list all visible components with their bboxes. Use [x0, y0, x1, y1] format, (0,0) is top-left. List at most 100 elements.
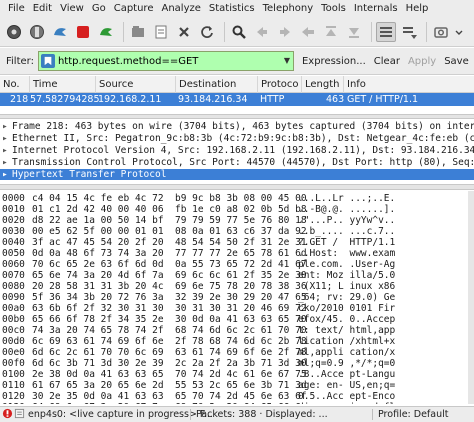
column-destination[interactable]: Destination — [176, 76, 258, 93]
status-divider — [190, 409, 191, 420]
hex-ascii: _64; rv: 29.0) Ge — [298, 292, 396, 303]
filter-bookmark-icon[interactable] — [40, 54, 55, 68]
stop-capture-icon[interactable] — [73, 22, 93, 42]
display-filter-bar: Filter: http.request.method==GET ▼ Expre… — [0, 48, 474, 75]
column-no[interactable]: No. — [0, 76, 30, 93]
hex-bytes: 00 e5 62 5f 00 00 01 01 08 0a 01 63 c6 3… — [32, 226, 307, 237]
hex-bytes: 20 28 58 31 31 3b 20 4c 69 6e 75 78 20 7… — [32, 281, 307, 292]
packet-details-tree: ▸ Frame 218: 463 bytes on wire (3704 bits… — [0, 120, 474, 180]
expand-arrow-icon[interactable]: ▸ — [2, 133, 12, 145]
close-file-icon[interactable] — [174, 22, 194, 42]
menu-item-tools[interactable]: Tools — [317, 3, 350, 14]
tree-item-ethernet[interactable]: ▸ Ethernet II, Src: Pegatron_9c:b8:3b (4c… — [0, 133, 474, 145]
expand-arrow-icon[interactable]: ▸ — [2, 169, 12, 180]
hex-offset: 0020 — [2, 215, 25, 226]
menu-item-go[interactable]: Go — [88, 3, 110, 14]
hex-bytes: 70 6c 65 2e 63 6f 6d 0d 0a 55 73 65 72 2… — [32, 259, 307, 270]
menu-item-file[interactable]: File — [4, 3, 29, 14]
hex-offset: 00e0 — [2, 347, 25, 358]
go-last-icon[interactable] — [344, 22, 364, 42]
packet-row[interactable]: 218 57.582794285 192.168.2.11 93.184.216… — [0, 93, 474, 106]
profile-text[interactable]: Profile: Default — [378, 407, 448, 422]
hex-scrollbar[interactable] — [468, 191, 474, 404]
find-packet-icon[interactable] — [229, 22, 249, 42]
column-length[interactable]: Length — [302, 76, 344, 93]
hex-ascii: ..b_.... ...c.7.. — [298, 226, 396, 237]
tree-item-tcp[interactable]: ▸ Transmission Control Protocol, Src Port… — [0, 157, 474, 169]
tree-item-http[interactable]: ▸ Hypertext Transfer Protocol — [0, 169, 474, 180]
hex-ascii: 0.5..Acc ept-Enco — [298, 391, 396, 402]
chevron-down-icon[interactable]: ▼ — [284, 56, 290, 65]
column-time[interactable]: Time — [30, 76, 96, 93]
restart-capture-icon[interactable] — [96, 22, 116, 42]
save-button[interactable]: Save — [444, 56, 469, 67]
menu-item-internals[interactable]: Internals — [350, 3, 402, 14]
menu-item-statistics[interactable]: Statistics — [205, 3, 259, 14]
column-source[interactable]: Source — [96, 76, 176, 93]
expression-button[interactable]: Expression... — [302, 56, 366, 67]
filter-label: Filter: — [6, 55, 34, 67]
reload-icon[interactable] — [197, 22, 217, 42]
menu-bar: File Edit View Go Capture Analyze Statistics Te… — [0, 0, 474, 17]
capture-filters-icon[interactable] — [431, 22, 451, 42]
clear-button[interactable]: Clear — [374, 56, 400, 67]
menu-item-telephony[interactable]: Telephony — [259, 3, 318, 14]
open-file-icon[interactable] — [128, 22, 148, 42]
menu-item-analyze[interactable]: Analyze — [157, 3, 204, 14]
menu-item-edit[interactable]: Edit — [29, 3, 56, 14]
hex-bytes: 2e 38 0d 0a 41 63 63 65 70 74 2d 4c 61 6… — [32, 369, 307, 380]
hex-bytes: 6d 6c 2c 61 70 70 6c 69 63 61 74 69 6f 6… — [32, 347, 307, 358]
pane-splitter[interactable] — [0, 114, 474, 119]
hex-bytes: 5f 36 34 3b 20 72 76 3a 32 39 2e 30 29 2… — [32, 292, 307, 303]
hex-bytes: d8 22 ae 1a 00 50 14 bf 79 79 59 77 5e 7… — [32, 215, 307, 226]
start-capture-icon[interactable] — [50, 22, 70, 42]
expand-arrow-icon[interactable]: ▸ — [2, 145, 12, 157]
auto-scroll-icon[interactable] — [399, 22, 419, 42]
hex-ascii: t: text/ html,app — [298, 325, 396, 336]
packet-protocol: HTTP — [260, 94, 285, 105]
tree-item-label: Frame 218: 463 bytes on wire (3704 bits)… — [12, 121, 474, 132]
apply-button[interactable]: Apply — [408, 56, 436, 67]
hex-offset: 0070 — [2, 270, 25, 281]
toolbar-overflow-icon[interactable] — [454, 22, 464, 42]
hex-ascii: age: en- US,en;q= — [298, 380, 396, 391]
hex-bytes: 01 c1 2d 42 40 00 40 06 fb 1e c0 a8 02 0… — [32, 204, 307, 215]
capture-options-icon[interactable] — [27, 22, 47, 42]
capture-comment-icon[interactable] — [14, 407, 25, 422]
go-back-icon[interactable] — [252, 22, 272, 42]
toolbar-separator — [426, 21, 427, 42]
hex-bytes: 61 67 65 3a 20 65 6e 2d 55 53 2c 65 6e 3… — [32, 380, 307, 391]
pane-splitter[interactable] — [0, 184, 474, 190]
packet-time: 57.582794285 — [30, 94, 100, 105]
save-file-icon[interactable] — [151, 22, 171, 42]
expert-info-icon[interactable] — [2, 407, 13, 422]
tree-item-ipv4[interactable]: ▸ Internet Protocol Version 4, Src: 192.1… — [0, 145, 474, 157]
hex-ascii: efox/45. 0..Accep — [298, 314, 396, 325]
tree-item-frame[interactable]: ▸ Frame 218: 463 bytes on wire (3704 bits… — [0, 121, 474, 133]
hex-offset: 0030 — [2, 226, 25, 237]
menu-item-view[interactable]: View — [56, 3, 88, 14]
go-first-icon[interactable] — [321, 22, 341, 42]
hex-offset: 00f0 — [2, 358, 25, 369]
menu-item-help[interactable]: Help — [402, 3, 433, 14]
packet-list-header: No. Time Source Destination Protoco Leng… — [0, 76, 474, 93]
interface-list-icon[interactable] — [4, 22, 24, 42]
colorize-icon[interactable] — [376, 21, 396, 42]
expand-arrow-icon[interactable]: ▸ — [2, 121, 12, 133]
menu-item-capture[interactable]: Capture — [110, 3, 158, 14]
column-info[interactable]: Info — [344, 76, 474, 93]
hex-ascii: ..-B@.@. ......]. — [298, 204, 396, 215]
column-protocol[interactable]: Protoco — [258, 76, 302, 93]
hex-offset: 0000 — [2, 193, 25, 204]
status-bar: enp4s0: <live capture in progress> F... … — [0, 406, 474, 422]
hex-bytes: 64 69 6e 67 3a 20 67 7a 69 70 2c 20 64 6… — [32, 402, 307, 404]
go-to-packet-icon[interactable] — [298, 22, 318, 42]
hex-ascii: ?.GET / HTTP/1.1 — [298, 237, 396, 248]
display-filter-input[interactable]: http.request.method==GET ▼ — [37, 51, 294, 71]
tree-item-label: Transmission Control Protocol, Src Port:… — [12, 157, 474, 168]
hex-ascii: ."...P.. yyYw^v.. — [298, 215, 396, 226]
hex-bytes: 30 2e 35 0d 0a 41 63 63 65 70 74 2d 45 6… — [32, 391, 307, 402]
go-forward-icon[interactable] — [275, 22, 295, 42]
hex-ascii: ...L..Lr ...;..E. — [298, 193, 396, 204]
expand-arrow-icon[interactable]: ▸ — [2, 157, 12, 169]
